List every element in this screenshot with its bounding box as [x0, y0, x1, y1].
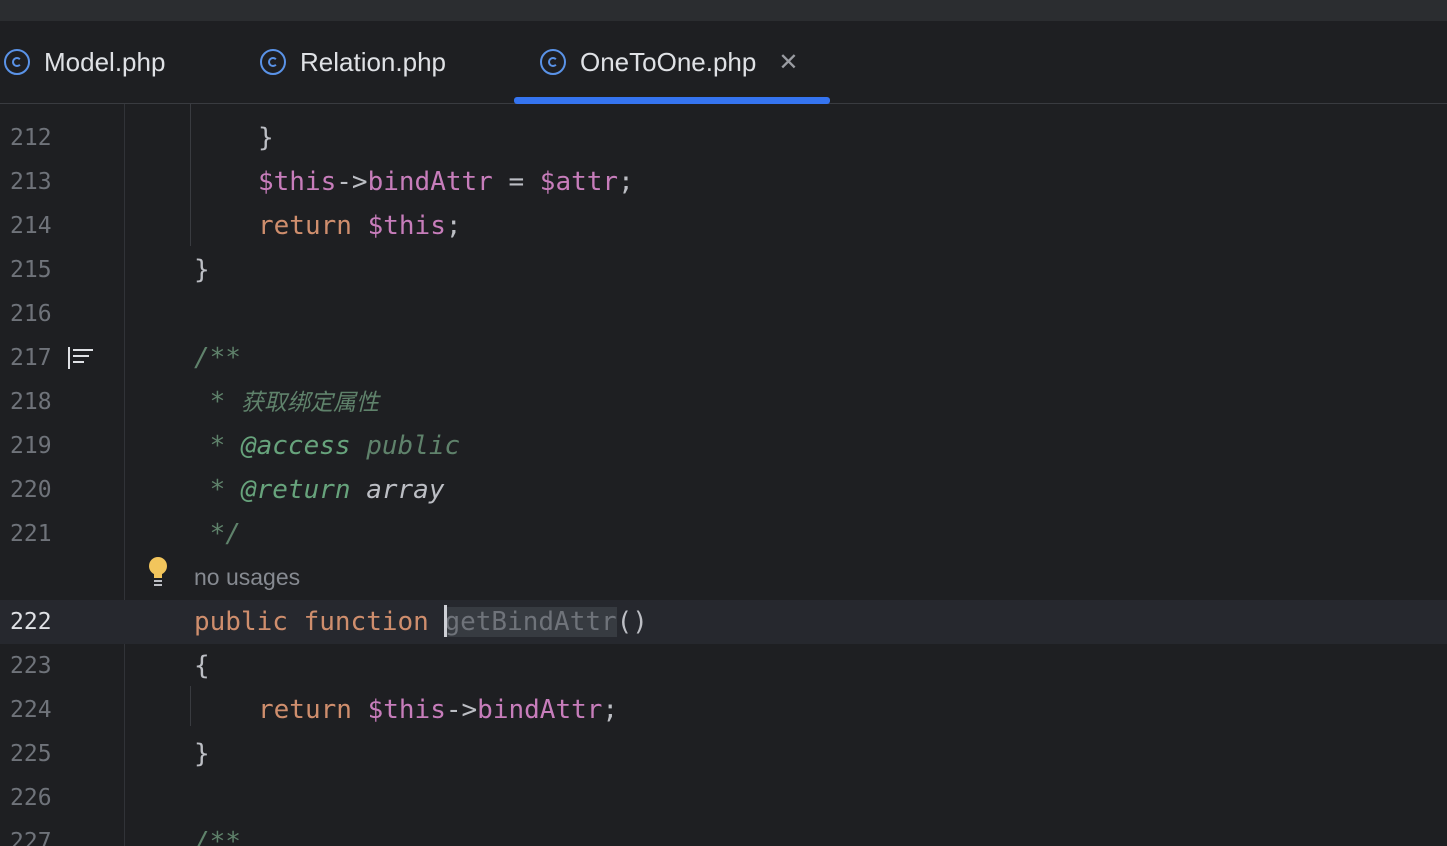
- doc-tag-value: public: [366, 431, 461, 461]
- line-number: 224: [10, 697, 52, 723]
- line-number: 223: [10, 653, 52, 679]
- close-icon[interactable]: ✕: [778, 48, 798, 77]
- doc-render-icon[interactable]: [68, 347, 94, 369]
- editor-tab-bar: Model.php Relation.php OneToOne.php ✕: [0, 21, 1447, 104]
- return-keyword: return: [258, 695, 352, 725]
- code-line-223: 223 {: [0, 644, 1447, 688]
- line-number: 221: [10, 521, 52, 547]
- public-keyword: public: [194, 607, 288, 637]
- function-keyword: function: [303, 607, 429, 637]
- code-line-214: 214 return $this;: [0, 204, 1447, 248]
- line-number: 225: [10, 741, 52, 767]
- code-text: }: [194, 255, 210, 285]
- line-number: 214: [10, 213, 52, 239]
- doc-star: *: [194, 387, 241, 417]
- field-name: bindAttr: [477, 695, 603, 725]
- arrow-op: ->: [445, 695, 478, 725]
- return-keyword: return: [258, 211, 352, 241]
- line-number: 216: [10, 301, 52, 327]
- function-name[interactable]: getBindAttr: [444, 607, 617, 637]
- semicolon: ;: [602, 695, 619, 725]
- php-class-icon: [260, 49, 286, 75]
- attr-var: $attr: [539, 167, 619, 197]
- code-line-218: 218 * 获取绑定属性: [0, 380, 1447, 424]
- arrow-op: ->: [336, 167, 368, 197]
- code-line-221: 221 */: [0, 512, 1447, 556]
- tab-model-php[interactable]: Model.php: [4, 21, 165, 103]
- line-number: 220: [10, 477, 52, 503]
- doc-star: *: [194, 431, 241, 461]
- doc-tag-return: @return: [240, 475, 351, 505]
- this-var: $this: [367, 695, 446, 725]
- code-text: * @access public: [194, 424, 460, 468]
- php-class-icon: [540, 49, 566, 75]
- tab-label: Relation.php: [300, 46, 446, 77]
- tab-label: OneToOne.php: [580, 46, 757, 77]
- doc-comment-open: /**: [194, 827, 241, 846]
- doc-tag-access: @access: [240, 431, 351, 461]
- code-line-226: 226: [0, 776, 1447, 820]
- code-text: $this->bindAttr = $attr;: [258, 160, 634, 204]
- parens: (): [616, 607, 648, 637]
- field-name: bindAttr: [367, 167, 493, 197]
- tab-relation-php[interactable]: Relation.php: [260, 21, 446, 103]
- code-text: * @return array: [194, 468, 445, 512]
- code-text: return $this->bindAttr;: [258, 688, 618, 732]
- code-editor[interactable]: 212 } 213 $this->bindAttr = $attr; 214 r…: [0, 104, 1447, 846]
- doc-comment-close: */: [194, 519, 241, 549]
- inlay-usages-hint[interactable]: no usages: [194, 559, 300, 595]
- doc-star: *: [194, 475, 241, 505]
- semicolon: ;: [618, 167, 634, 197]
- line-number: 226: [10, 785, 52, 811]
- doc-return-type: array: [366, 475, 445, 505]
- code-text: public function getBindAttr(): [194, 600, 648, 644]
- line-number: 215: [10, 257, 52, 283]
- code-line-215: 215 }: [0, 248, 1447, 292]
- this-var: $this: [367, 211, 446, 241]
- lightbulb-icon[interactable]: [148, 556, 168, 590]
- line-number: 213: [10, 169, 52, 195]
- this-var: $this: [258, 167, 337, 197]
- line-number: 212: [10, 125, 52, 151]
- code-line-217: 217 /**: [0, 336, 1447, 380]
- line-number: 219: [10, 433, 52, 459]
- tab-label: Model.php: [44, 46, 166, 77]
- doc-description: 获取绑定属性: [240, 390, 379, 416]
- code-line-225: 225 }: [0, 732, 1447, 776]
- code-text: {: [194, 651, 210, 681]
- semicolon: ;: [445, 211, 462, 241]
- code-text: }: [258, 123, 274, 153]
- active-tab-indicator: [514, 97, 830, 104]
- code-line-227: 227 /**: [0, 820, 1447, 846]
- php-class-icon: [4, 49, 30, 75]
- code-line-213: 213 $this->bindAttr = $attr;: [0, 160, 1447, 204]
- code-text: return $this;: [258, 204, 462, 248]
- code-text: * 获取绑定属性: [194, 380, 379, 425]
- window-top-strip: [0, 0, 1447, 21]
- code-line-220: 220 * @return array: [0, 468, 1447, 512]
- text-caret: [444, 604, 448, 637]
- line-number: 217: [10, 345, 52, 371]
- clipped-code-line: [254, 104, 934, 106]
- tab-onetoone-php[interactable]: OneToOne.php ✕: [540, 21, 798, 103]
- code-line-216: 216: [0, 292, 1447, 336]
- code-line-219: 219 * @access public: [0, 424, 1447, 468]
- code-line-212: 212 }: [0, 116, 1447, 160]
- line-number: 227: [10, 829, 52, 846]
- line-number: 222: [10, 609, 52, 635]
- code-line-224: 224 return $this->bindAttr;: [0, 688, 1447, 732]
- doc-comment-open: /**: [194, 343, 241, 373]
- assign-op: =: [492, 167, 540, 197]
- code-text: }: [194, 739, 210, 769]
- line-number: 218: [10, 389, 52, 415]
- code-line-222: 222 public function getBindAttr(): [0, 600, 1447, 644]
